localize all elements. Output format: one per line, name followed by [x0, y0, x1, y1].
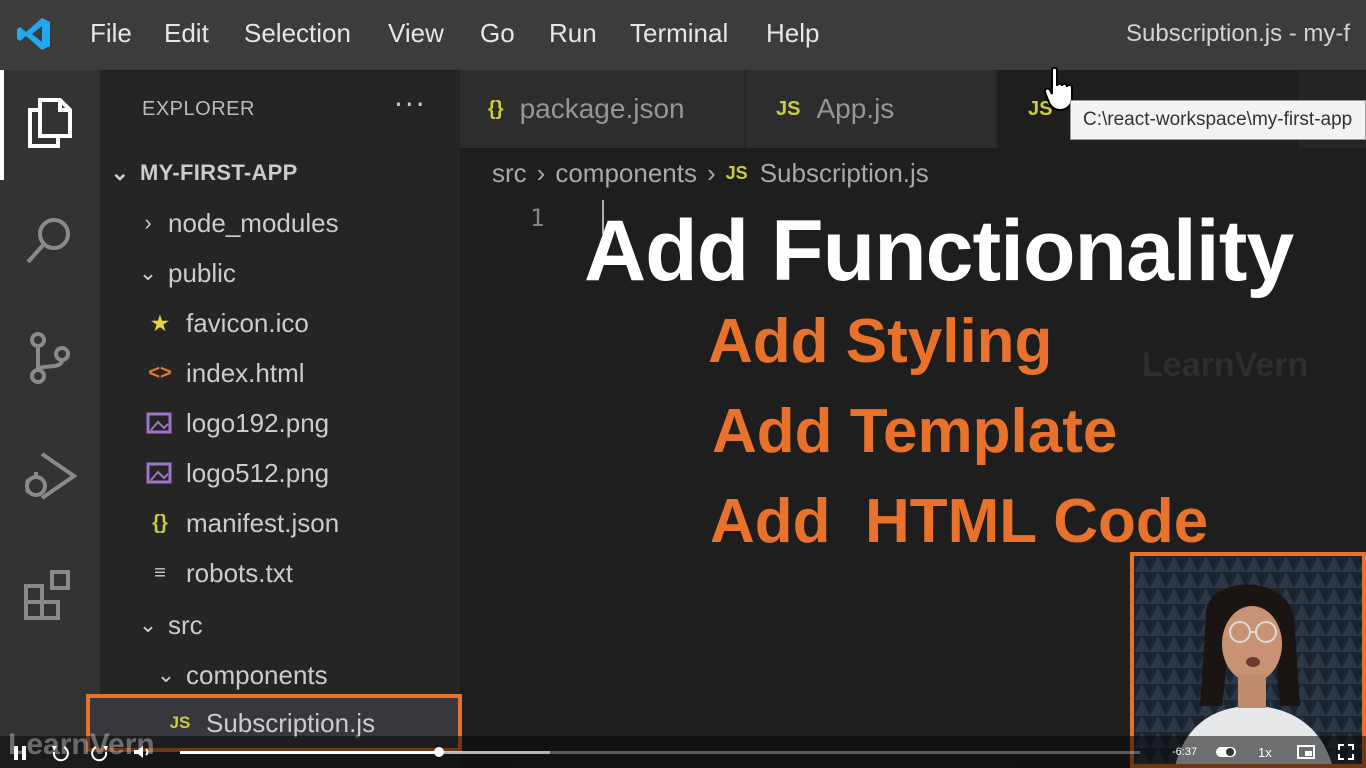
- vscode-logo-icon: [17, 18, 50, 50]
- html-icon: <>: [148, 361, 172, 384]
- menu-bar: File Edit Selection View Go Run Terminal…: [0, 0, 1366, 70]
- menu-view[interactable]: View: [388, 18, 444, 49]
- tree-item-label: logo192.png: [186, 407, 330, 438]
- overlay-line-template: Add Template: [712, 397, 1118, 466]
- explorer-icon[interactable]: [20, 92, 80, 152]
- breadcrumb: src › components › JS Subscription.js: [492, 158, 929, 189]
- tree-item-label: manifest.json: [186, 507, 340, 538]
- overlay-line-styling: Add Styling: [708, 307, 1053, 376]
- js-icon: JS: [725, 163, 748, 183]
- tree-item-label: components: [186, 659, 328, 690]
- volume-icon[interactable]: [132, 742, 152, 762]
- breadcrumb-chevron-icon: ›: [707, 158, 716, 188]
- line-number: 1: [530, 204, 545, 232]
- tree-item-index-html[interactable]: <> index.html: [100, 350, 460, 396]
- star-icon: ★: [151, 312, 169, 335]
- tree-item-node-modules[interactable]: › node_modules: [100, 200, 460, 246]
- time-remaining: -6:37: [1172, 746, 1198, 758]
- tree-item-label: favicon.ico: [186, 307, 309, 338]
- tab-package-json[interactable]: {} package.json: [460, 70, 744, 148]
- tab-label: package.json: [519, 93, 685, 124]
- tree-item-label: Subscription.js: [206, 707, 376, 738]
- json-icon: {}: [152, 511, 168, 534]
- active-view-indicator: [0, 70, 4, 180]
- activity-bar: [0, 70, 100, 768]
- tree-item-label: src: [168, 609, 203, 640]
- tree-item-label: logo512.png: [186, 457, 330, 488]
- explorer-sidebar: EXPLORER ··· ⌄ MY-FIRST-APP › node_modul…: [86, 70, 462, 768]
- js-icon: JS: [169, 713, 191, 732]
- menu-run[interactable]: Run: [549, 18, 597, 49]
- tree-item-components[interactable]: ⌄ components: [100, 652, 460, 698]
- fullscreen-icon[interactable]: [1336, 742, 1356, 762]
- menu-help[interactable]: Help: [766, 18, 819, 49]
- pause-icon[interactable]: [12, 742, 28, 762]
- js-icon: JS: [776, 97, 801, 120]
- tree-item-label: public: [168, 257, 236, 288]
- chevron-down-icon: ⌄: [138, 612, 158, 637]
- breadcrumb-file[interactable]: Subscription.js: [760, 158, 929, 189]
- tree-item-label: robots.txt: [186, 557, 293, 588]
- menu-terminal[interactable]: Terminal: [630, 18, 728, 49]
- tree-item-robots[interactable]: ≡ robots.txt: [100, 550, 460, 596]
- tree-item-label: index.html: [186, 357, 305, 388]
- learnvern-watermark: LearnVern: [1142, 346, 1309, 384]
- menu-go[interactable]: Go: [480, 18, 515, 49]
- breadcrumb-chevron-icon: ›: [536, 158, 546, 188]
- json-icon: {}: [488, 97, 504, 120]
- workspace-root-label: MY-FIRST-APP: [140, 160, 298, 185]
- explorer-more-actions[interactable]: ···: [394, 88, 427, 121]
- search-icon[interactable]: [20, 210, 80, 270]
- image-icon: [146, 412, 172, 434]
- tree-item-label: node_modules: [168, 207, 339, 238]
- forward-icon[interactable]: [90, 742, 110, 762]
- extensions-icon[interactable]: [20, 564, 80, 624]
- playback-speed[interactable]: 1x: [1258, 745, 1272, 765]
- breadcrumb-components[interactable]: components: [555, 158, 697, 189]
- tree-item-manifest[interactable]: {} manifest.json: [100, 500, 460, 546]
- menu-edit[interactable]: Edit: [164, 18, 209, 49]
- video-progress-bar[interactable]: [180, 747, 1140, 757]
- source-control-icon[interactable]: [20, 328, 80, 388]
- tab-path-tooltip: C:\react-workspace\my-first-app: [1070, 100, 1366, 140]
- tab-label: App.js: [816, 93, 895, 124]
- chevron-down-icon: ⌄: [110, 160, 130, 185]
- tree-item-favicon[interactable]: ★ favicon.ico: [100, 300, 460, 346]
- overlay-line-html: Add HTML Code: [710, 487, 1209, 556]
- chevron-right-icon: ›: [144, 210, 152, 235]
- window-title: Subscription.js - my-f: [1126, 20, 1351, 47]
- tree-item-public[interactable]: ⌄ public: [100, 250, 460, 296]
- breadcrumb-src[interactable]: src: [492, 158, 527, 189]
- overlay-heading: Add Functionality: [584, 203, 1294, 299]
- tab-app-js[interactable]: JS App.js: [746, 70, 996, 148]
- chevron-down-icon: ⌄: [156, 662, 176, 687]
- run-debug-icon[interactable]: [20, 446, 80, 506]
- menu-file[interactable]: File: [90, 18, 132, 49]
- rewind-icon[interactable]: [50, 742, 70, 762]
- tree-item-logo192[interactable]: logo192.png: [100, 400, 460, 446]
- picture-in-picture-icon[interactable]: [1296, 742, 1316, 762]
- chevron-down-icon: ⌄: [138, 260, 158, 285]
- tree-item-src[interactable]: ⌄ src: [100, 602, 460, 648]
- progress-played: [180, 751, 440, 754]
- menu-selection[interactable]: Selection: [244, 18, 351, 49]
- image-icon: [146, 462, 172, 484]
- toggle-icon[interactable]: [1214, 742, 1238, 762]
- workspace-root[interactable]: ⌄ MY-FIRST-APP: [100, 150, 460, 196]
- tree-item-logo512[interactable]: logo512.png: [100, 450, 460, 496]
- explorer-title: EXPLORER: [142, 98, 255, 120]
- text-file-icon: ≡: [154, 561, 166, 584]
